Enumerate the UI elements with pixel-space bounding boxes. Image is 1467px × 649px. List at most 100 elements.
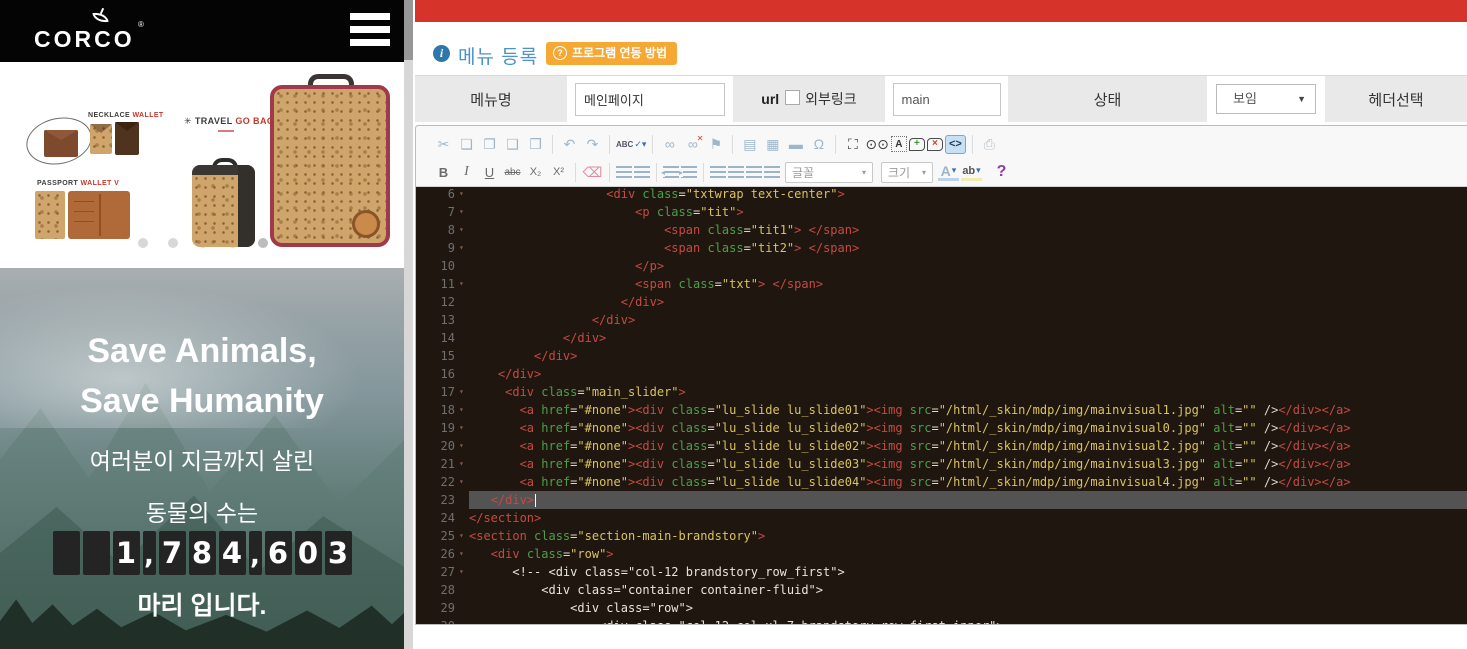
code-line[interactable]: 16 </div>	[416, 365, 1467, 383]
code-line[interactable]: 20▾ <a href="#none"><div class="lu_slide…	[416, 437, 1467, 455]
bold-icon[interactable]: B	[433, 162, 454, 182]
text-color-icon[interactable]: A▾	[938, 164, 959, 181]
code-line[interactable]: 27▾ <!-- <div class="col-12 brandstory_r…	[416, 563, 1467, 581]
unlink-icon[interactable]: ∞	[682, 134, 703, 154]
code-line[interactable]: 11▾ <span class="txt"> </span>	[416, 275, 1467, 293]
paste-plain-text-icon[interactable]: ❑	[502, 134, 523, 154]
menu-name-input[interactable]	[575, 83, 725, 116]
remove-format-icon[interactable]: ⌫	[582, 162, 603, 182]
fold-toggle-icon[interactable]: ▾	[459, 239, 469, 257]
code-line[interactable]: 8▾ <span class="tit1"> </span>	[416, 221, 1467, 239]
find-replace-icon[interactable]: ⊙⊙	[865, 134, 888, 154]
underline-icon[interactable]: U	[479, 162, 500, 182]
code-line[interactable]: 9▾ <span class="tit2"> </span>	[416, 239, 1467, 257]
code-line[interactable]: 30 <div class="col-12 col-xl-7 brandstor…	[416, 617, 1467, 624]
external-link-checkbox[interactable]	[785, 90, 800, 105]
source-code-area[interactable]: 6▾ <div class="txtwrap text-center">7▾ <…	[416, 187, 1467, 624]
code-line[interactable]: 17▾ <div class="main_slider">	[416, 383, 1467, 401]
code-line[interactable]: 7▾ <p class="tit">	[416, 203, 1467, 221]
align-center-icon[interactable]	[728, 166, 744, 178]
toolbar-separator	[835, 135, 836, 154]
hamburger-menu-icon[interactable]	[350, 13, 390, 47]
code-line[interactable]: 22▾ <a href="#none"><div class="lu_slide…	[416, 473, 1467, 491]
size-select[interactable]: 크기▾	[881, 162, 933, 183]
code-line[interactable]: 18▾ <a href="#none"><div class="lu_slide…	[416, 401, 1467, 419]
fold-toggle-icon[interactable]: ▾	[459, 545, 469, 563]
fold-toggle-icon[interactable]: ▾	[459, 383, 469, 401]
paste-from-word-icon[interactable]: ❒	[525, 134, 546, 154]
maximize-icon[interactable]: ⛶	[842, 134, 863, 154]
code-line[interactable]: 28 <div class="container container-fluid…	[416, 581, 1467, 599]
unordered-list-icon[interactable]	[634, 166, 650, 178]
code-line[interactable]: 6▾ <div class="txtwrap text-center">	[416, 187, 1467, 203]
code-line[interactable]: 15 </div>	[416, 347, 1467, 365]
fold-toggle-icon[interactable]: ▾	[459, 187, 469, 203]
fold-toggle-icon[interactable]: ▾	[459, 419, 469, 437]
table-icon[interactable]: ▦	[762, 134, 783, 154]
strikethrough-icon[interactable]: abc	[502, 162, 523, 182]
superscript-icon[interactable]: X²	[548, 162, 569, 182]
code-line[interactable]: 21▾ <a href="#none"><div class="lu_slide…	[416, 455, 1467, 473]
copy-icon[interactable]: ❏	[456, 134, 477, 154]
code-line[interactable]: 12 </div>	[416, 293, 1467, 311]
redo-icon[interactable]: ↷	[582, 134, 603, 154]
source-button[interactable]: <>	[945, 135, 966, 154]
print-icon[interactable]: ⎙	[979, 134, 1000, 154]
preview-scrollbar[interactable]	[404, 0, 413, 649]
fold-toggle-icon[interactable]: ▾	[459, 437, 469, 455]
italic-icon[interactable]: I	[456, 162, 477, 182]
subscript-icon[interactable]: X₂	[525, 162, 546, 182]
tag-add-icon[interactable]: +	[909, 138, 925, 151]
fold-toggle-icon[interactable]: ▾	[459, 401, 469, 419]
special-character-icon[interactable]: Ω	[808, 134, 829, 154]
anchor-icon[interactable]: ⚑	[705, 134, 726, 154]
align-justify-icon[interactable]	[764, 166, 780, 178]
cut-icon[interactable]: ✂	[433, 134, 454, 154]
about-icon[interactable]: ?	[991, 162, 1012, 182]
admin-pane: i 메뉴 등록 ? 프로그램 연동 방법 메뉴명 url 외부링크 상태 보임 …	[413, 0, 1467, 649]
help-badge-button[interactable]: ? 프로그램 연동 방법	[546, 42, 677, 65]
link-icon[interactable]: ∞	[659, 134, 680, 154]
fold-toggle-icon[interactable]: ▾	[459, 473, 469, 491]
url-input[interactable]	[893, 83, 1001, 116]
undo-icon[interactable]: ↶	[559, 134, 580, 154]
menu-name-label: 메뉴명	[470, 89, 511, 110]
indent-icon[interactable]	[681, 166, 697, 178]
fold-toggle-icon[interactable]: ▾	[459, 455, 469, 473]
font-select[interactable]: 글꼴▾	[785, 162, 873, 183]
paste-icon[interactable]: ❐	[479, 134, 500, 154]
code-line[interactable]: 14 </div>	[416, 329, 1467, 347]
carousel-dot[interactable]	[138, 238, 148, 248]
fold-toggle-icon[interactable]: ▾	[459, 527, 469, 545]
align-left-icon[interactable]	[710, 166, 726, 178]
code-line[interactable]: 19▾ <a href="#none"><div class="lu_slide…	[416, 419, 1467, 437]
bg-color-icon[interactable]: ab▾	[961, 164, 982, 181]
line-number: 14	[416, 329, 459, 347]
tag-remove-icon[interactable]: ×	[927, 138, 943, 151]
code-line[interactable]: 25▾<section class="section-main-brandsto…	[416, 527, 1467, 545]
fold-toggle-icon[interactable]: ▾	[459, 275, 469, 293]
code-line[interactable]: 23 </div>	[416, 491, 1467, 509]
carousel-dot[interactable]	[258, 238, 268, 248]
align-right-icon[interactable]	[746, 166, 762, 178]
outdent-icon[interactable]	[663, 166, 679, 178]
status-select[interactable]: 보임 ▼	[1216, 84, 1316, 114]
counter-tile: 4	[219, 531, 246, 575]
fold-toggle-icon[interactable]: ▾	[459, 203, 469, 221]
code-line[interactable]: 13 </div>	[416, 311, 1467, 329]
fold-toggle-icon[interactable]: ▾	[459, 563, 469, 581]
code-line[interactable]: 26▾ <div class="row">	[416, 545, 1467, 563]
code-line[interactable]: 24</section>	[416, 509, 1467, 527]
scrollbar-thumb[interactable]	[404, 0, 413, 60]
horizontal-line-icon[interactable]: ▬	[785, 134, 806, 154]
code-line[interactable]: 29 <div class="row">	[416, 599, 1467, 617]
carousel-dot[interactable]	[168, 238, 178, 248]
spell-check-icon[interactable]: ABC✓▾	[616, 134, 646, 154]
code-line[interactable]: 10 </p>	[416, 257, 1467, 275]
product-carousel[interactable]: NECKLACE WALLET PASSPORT WALLET V ✳ TRAV…	[0, 62, 404, 268]
corco-logo[interactable]: CORCO ®	[34, 6, 164, 58]
select-all-icon[interactable]: A	[891, 136, 907, 152]
ordered-list-icon[interactable]	[616, 166, 632, 178]
image-icon[interactable]: ▤	[739, 134, 760, 154]
fold-toggle-icon[interactable]: ▾	[459, 221, 469, 239]
